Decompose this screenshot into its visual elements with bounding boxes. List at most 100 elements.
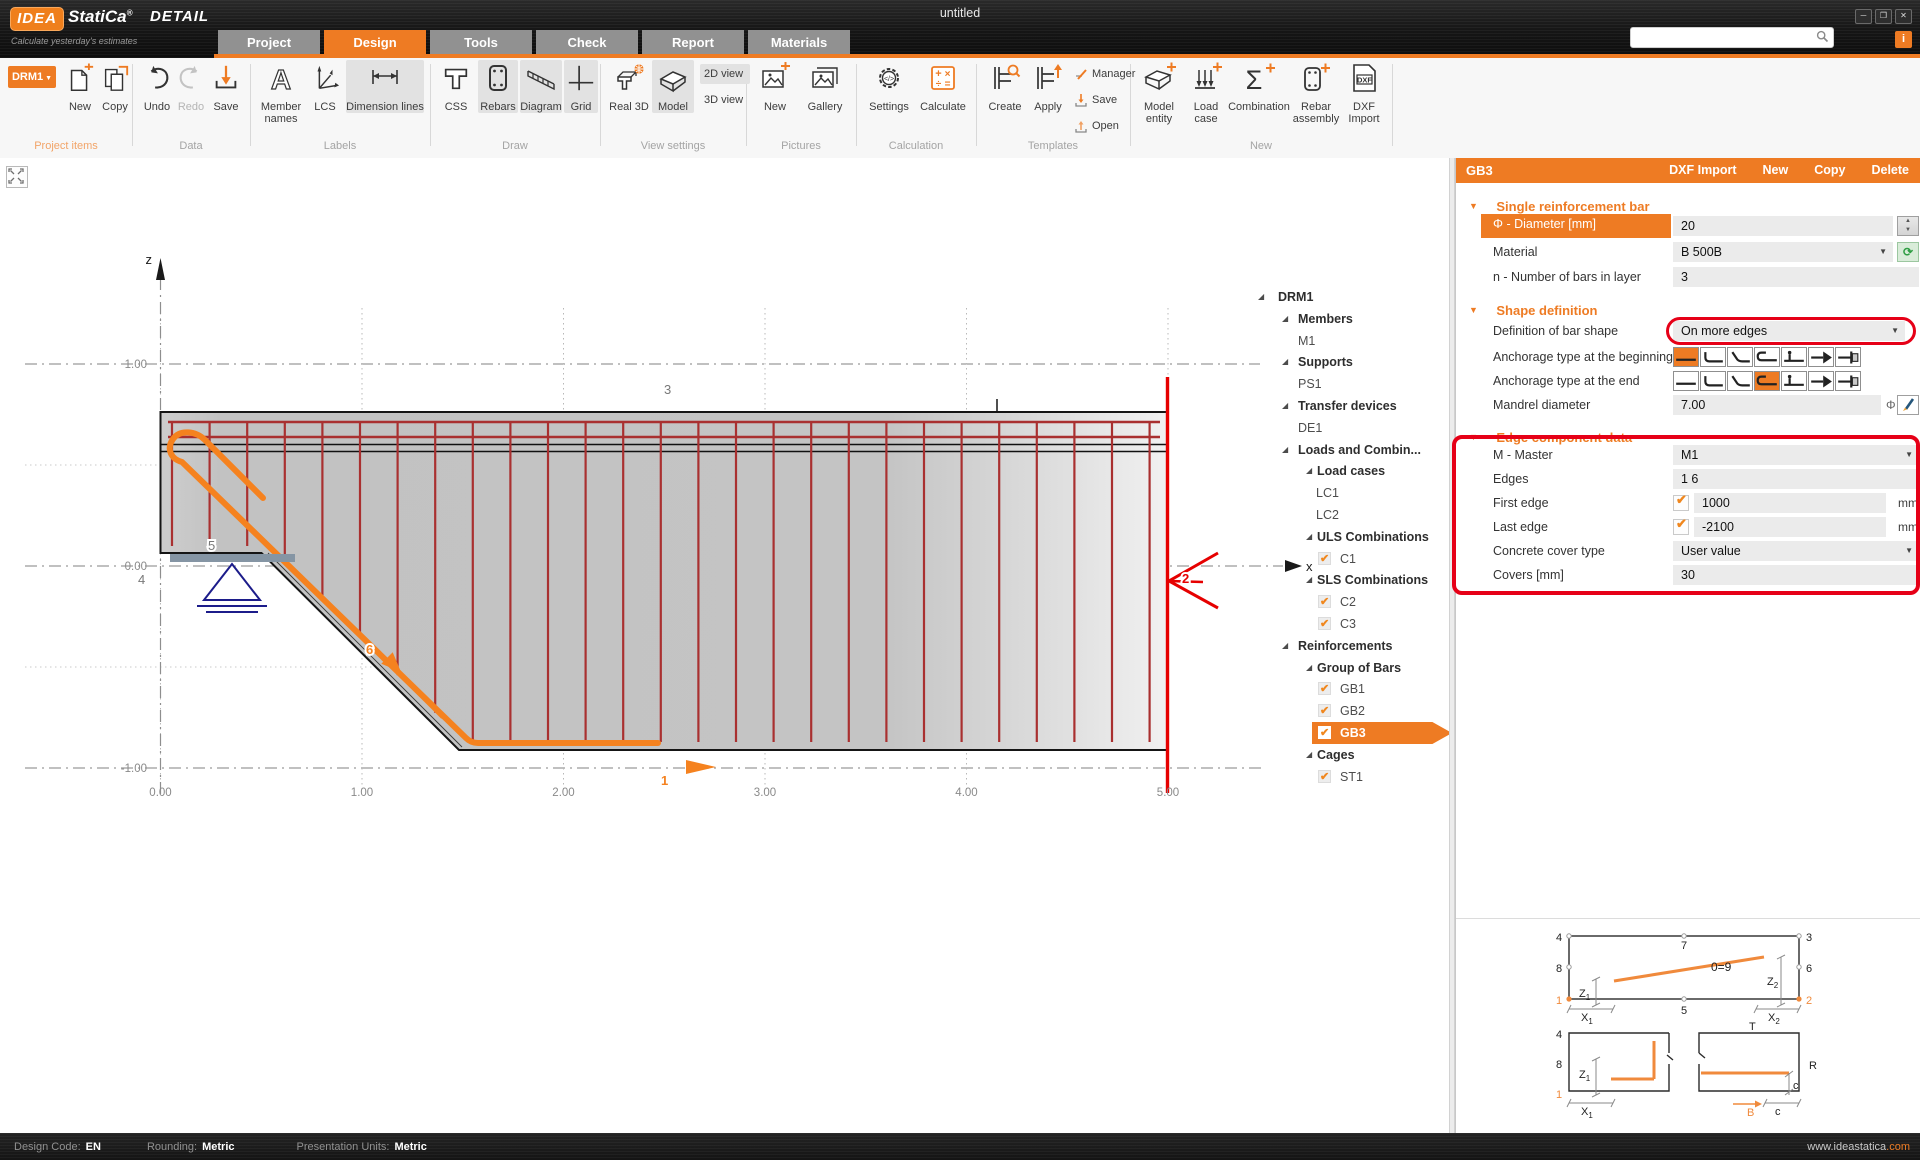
dxf-import-action[interactable]: DXF Import bbox=[1669, 158, 1736, 183]
tree-item-st1[interactable]: ✔ST1 bbox=[1256, 766, 1449, 788]
anchorage-begin-bend-45-button[interactable] bbox=[1727, 347, 1753, 367]
save-button[interactable]: Save bbox=[208, 60, 244, 113]
new-combination-button[interactable]: Σ Combination bbox=[1228, 60, 1290, 113]
lcs-toggle[interactable]: LCS bbox=[308, 60, 342, 113]
tab-report[interactable]: Report bbox=[642, 30, 744, 54]
anchorage-end-end-plate-button[interactable] bbox=[1835, 371, 1861, 391]
bar-shape-dropdown[interactable]: On more edges▼ bbox=[1673, 321, 1905, 341]
transfer-device-line[interactable] bbox=[1168, 377, 1219, 793]
search-box[interactable] bbox=[1630, 27, 1834, 48]
template-manager-button[interactable]: Manager bbox=[1070, 64, 1136, 84]
tree-item-drm1[interactable]: ◢DRM1 bbox=[1256, 286, 1449, 308]
tree-item-checkbox[interactable]: ✔ bbox=[1318, 726, 1331, 739]
last-edge-checkbox[interactable]: ✔ bbox=[1673, 519, 1689, 535]
copy-project-item-button[interactable]: Copy bbox=[98, 60, 132, 113]
tree-item-members[interactable]: ◢Members bbox=[1256, 308, 1449, 330]
tree-item-de1[interactable]: DE1 bbox=[1256, 417, 1449, 439]
diameter-input[interactable]: 20 bbox=[1673, 216, 1893, 236]
copy-action[interactable]: Copy bbox=[1814, 158, 1845, 183]
tree-expand-icon[interactable]: ◢ bbox=[1306, 744, 1312, 766]
search-input[interactable] bbox=[1635, 29, 1811, 46]
material-refresh-button[interactable]: ⟳ bbox=[1897, 242, 1919, 262]
member-names-toggle[interactable]: A Member names bbox=[258, 60, 304, 125]
tree-item-gb1[interactable]: ✔GB1 bbox=[1256, 678, 1449, 700]
tree-item-c3[interactable]: ✔C3 bbox=[1256, 613, 1449, 635]
mandrel-diameter-input[interactable]: 7.00 bbox=[1673, 395, 1881, 415]
tree-item-uls-combinations[interactable]: ◢ULS Combinations bbox=[1256, 526, 1449, 548]
tree-item-load-cases[interactable]: ◢Load cases bbox=[1256, 460, 1449, 482]
edges-input[interactable]: 1 6 bbox=[1673, 469, 1919, 489]
new-rebar-assembly-button[interactable]: Rebar assembly bbox=[1292, 60, 1340, 125]
master-dropdown[interactable]: M1▼ bbox=[1673, 445, 1919, 465]
dimension-lines-toggle[interactable]: Dimension lines bbox=[346, 60, 424, 113]
calculate-button[interactable]: +×÷= Calculate bbox=[914, 60, 972, 113]
view-3d-button[interactable]: 3D view bbox=[700, 90, 750, 110]
tree-expand-icon[interactable]: ◢ bbox=[1282, 351, 1288, 373]
mandrel-edit-button[interactable] bbox=[1897, 395, 1919, 415]
covers-input[interactable]: 30 bbox=[1673, 565, 1919, 585]
tab-project[interactable]: Project bbox=[218, 30, 320, 54]
tab-design[interactable]: Design bbox=[324, 30, 426, 54]
anchorage-end-bend-45-button[interactable] bbox=[1727, 371, 1753, 391]
anchorage-begin-straight-button[interactable] bbox=[1673, 347, 1699, 367]
real-3d-toggle[interactable]: Real 3D bbox=[608, 60, 650, 113]
tree-item-checkbox[interactable]: ✔ bbox=[1318, 770, 1331, 783]
gallery-button[interactable]: Gallery bbox=[800, 60, 850, 113]
tree-expand-icon[interactable]: ◢ bbox=[1306, 569, 1312, 591]
tree-item-lc1[interactable]: LC1 bbox=[1256, 482, 1449, 504]
material-dropdown[interactable]: B 500B▼ bbox=[1673, 242, 1893, 262]
tree-expand-icon[interactable]: ◢ bbox=[1282, 635, 1288, 657]
tree-expand-icon[interactable]: ◢ bbox=[1258, 286, 1264, 308]
anchorage-begin-hook-down-button[interactable] bbox=[1700, 347, 1726, 367]
anchorage-end-u-bend-180-button[interactable] bbox=[1754, 371, 1780, 391]
anchorage-begin-head-stud-button[interactable] bbox=[1781, 347, 1807, 367]
tree-item-sls-combinations[interactable]: ◢SLS Combinations bbox=[1256, 569, 1449, 591]
website-link[interactable]: www.ideastatica.com bbox=[1807, 1141, 1910, 1153]
fit-view-button[interactable] bbox=[6, 166, 28, 188]
model-toggle[interactable]: Model bbox=[652, 60, 694, 113]
first-edge-input[interactable]: 1000 bbox=[1694, 493, 1886, 513]
anchorage-end-straight-button[interactable] bbox=[1673, 371, 1699, 391]
tree-item-supports[interactable]: ◢Supports bbox=[1256, 351, 1449, 373]
section-shape-definition[interactable]: ▼ Shape definition bbox=[1469, 302, 1598, 320]
new-action[interactable]: New bbox=[1763, 158, 1789, 183]
anchorage-end-welded-plate-button[interactable] bbox=[1808, 371, 1834, 391]
tree-item-lc2[interactable]: LC2 bbox=[1256, 504, 1449, 526]
anchorage-begin-welded-plate-button[interactable] bbox=[1808, 347, 1834, 367]
calculation-settings-button[interactable]: </> Settings bbox=[866, 60, 912, 113]
tree-item-checkbox[interactable]: ✔ bbox=[1318, 704, 1331, 717]
tree-item-gb3[interactable]: ✔GB3 bbox=[1256, 722, 1449, 744]
template-create-button[interactable]: Create bbox=[984, 60, 1026, 113]
last-edge-input[interactable]: -2100 bbox=[1694, 517, 1886, 537]
undo-button[interactable]: Undo bbox=[140, 60, 174, 113]
new-project-item-button[interactable]: New bbox=[62, 60, 98, 113]
css-toggle[interactable]: CSS bbox=[436, 60, 476, 113]
diagram-toggle[interactable]: Diagram bbox=[520, 60, 562, 113]
tab-tools[interactable]: Tools bbox=[430, 30, 532, 54]
redo-button-disabled[interactable]: Redo bbox=[174, 60, 208, 113]
tree-expand-icon[interactable]: ◢ bbox=[1306, 657, 1312, 679]
grid-toggle[interactable]: Grid bbox=[564, 60, 598, 113]
tree-item-group-of-bars[interactable]: ◢Group of Bars bbox=[1256, 657, 1449, 679]
template-save-button[interactable]: Save bbox=[1070, 90, 1136, 110]
diameter-spinner[interactable]: ▲▼ bbox=[1897, 216, 1919, 236]
tree-item-cages[interactable]: ◢Cages bbox=[1256, 744, 1449, 766]
tree-item-checkbox[interactable]: ✔ bbox=[1318, 682, 1331, 695]
delete-action[interactable]: Delete bbox=[1871, 158, 1909, 183]
template-apply-button[interactable]: Apply bbox=[1028, 60, 1068, 113]
drawing-canvas[interactable]: z bbox=[0, 158, 1449, 1133]
project-item-selector[interactable]: DRM1▼ bbox=[8, 66, 56, 88]
anchorage-begin-end-plate-button[interactable] bbox=[1835, 347, 1861, 367]
dxf-import-button[interactable]: DXF DXF Import bbox=[1342, 60, 1386, 125]
rebars-toggle[interactable]: Rebars bbox=[478, 60, 518, 113]
tab-materials[interactable]: Materials bbox=[748, 30, 850, 54]
tree-item-checkbox[interactable]: ✔ bbox=[1318, 595, 1331, 608]
tree-item-transfer-devices[interactable]: ◢Transfer devices bbox=[1256, 395, 1449, 417]
tree-item-ps1[interactable]: PS1 bbox=[1256, 373, 1449, 395]
tree-item-c2[interactable]: ✔C2 bbox=[1256, 591, 1449, 613]
cover-type-dropdown[interactable]: User value▼ bbox=[1673, 541, 1919, 561]
tree-item-gb2[interactable]: ✔GB2 bbox=[1256, 700, 1449, 722]
new-model-entity-button[interactable]: Model entity bbox=[1136, 60, 1182, 125]
bars-in-layer-input[interactable]: 3 bbox=[1673, 267, 1919, 287]
tree-expand-icon[interactable]: ◢ bbox=[1306, 526, 1312, 548]
